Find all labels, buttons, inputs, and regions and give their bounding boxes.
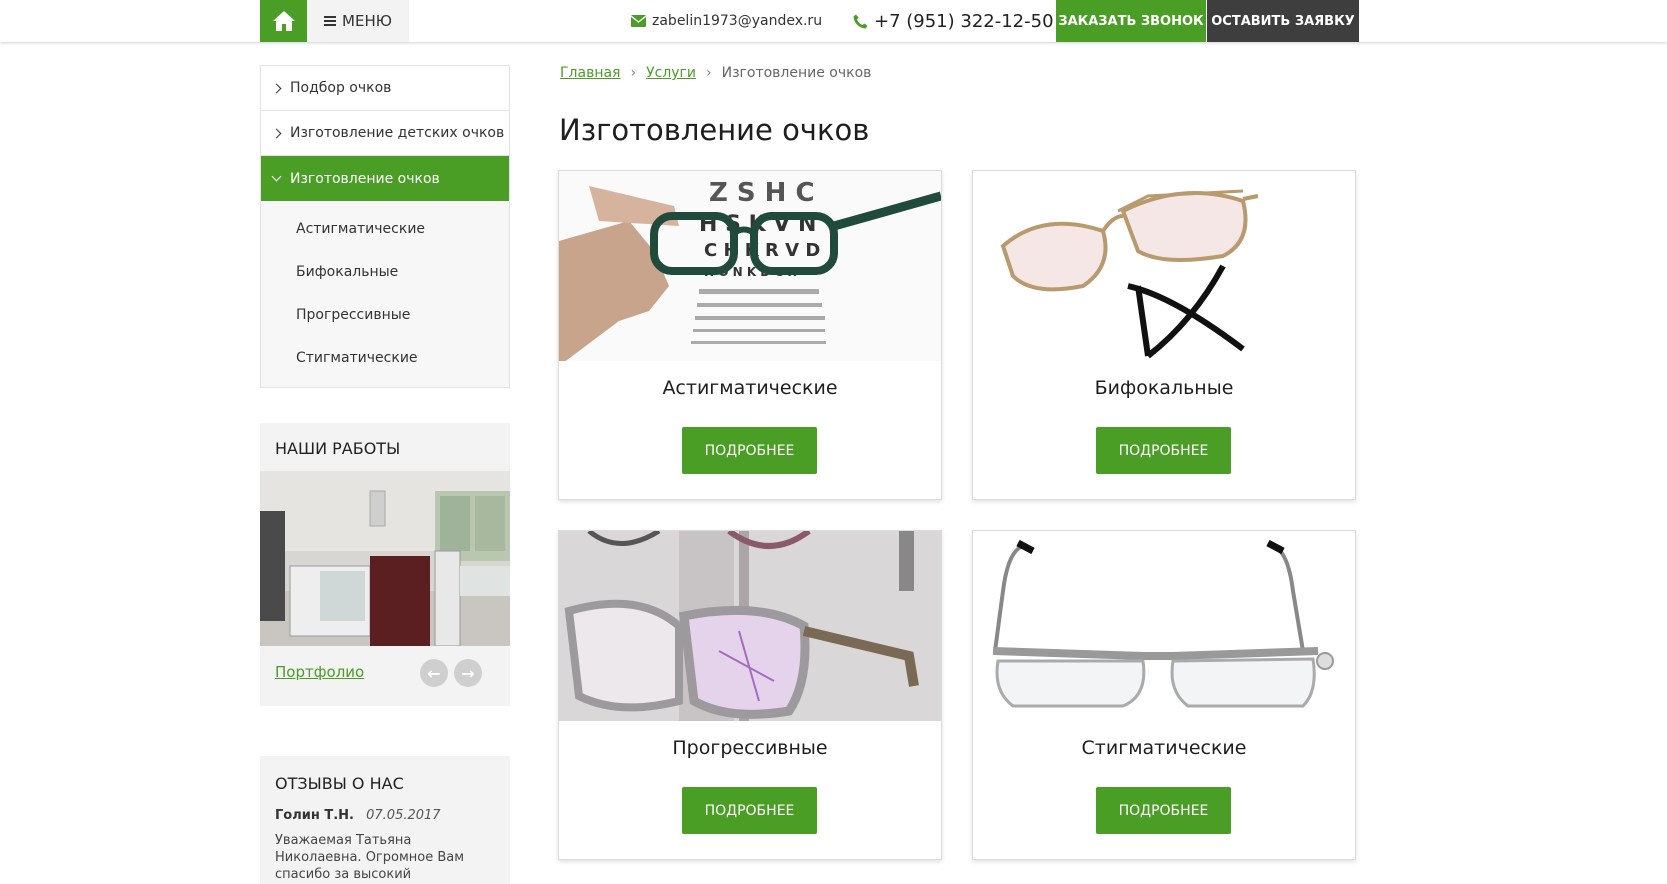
sidebar-item-kids-glasses[interactable]: Изготовление детских очков bbox=[261, 111, 509, 156]
sidebar-subitem-astigmatic[interactable]: Астигматические bbox=[261, 207, 509, 250]
breadcrumb: Главная › Услуги › Изготовление очков bbox=[560, 65, 871, 81]
works-photo[interactable] bbox=[260, 471, 510, 646]
more-button[interactable]: ПОДРОБНЕЕ bbox=[1096, 787, 1231, 834]
order-call-button[interactable]: ЗАКАЗАТЬ ЗВОНОК bbox=[1056, 0, 1206, 42]
breadcrumb-separator: › bbox=[630, 65, 637, 81]
svg-text:Z S H C: Z S H C bbox=[709, 178, 815, 208]
reviews-widget: ОТЗЫВЫ О НАС Голин Т.Н. 07.05.2017 Уважа… bbox=[260, 756, 510, 884]
sidebar-item-label: Изготовление очков bbox=[290, 170, 440, 187]
phone-text: +7 (951) 322-12-50 bbox=[874, 10, 1054, 32]
reviews-title: ОТЗЫВЫ О НАС bbox=[275, 774, 404, 793]
portfolio-link[interactable]: Портфолио bbox=[275, 663, 364, 681]
envelope-icon bbox=[631, 15, 646, 27]
sidebar-submenu: Астигматические Бифокальные Прогрессивны… bbox=[261, 201, 509, 387]
review-meta: Голин Т.Н. 07.05.2017 bbox=[275, 808, 441, 823]
card-title: Бифокальные bbox=[1094, 377, 1234, 399]
chevron-right-icon bbox=[271, 83, 282, 93]
sidebar-subitem-bifocal[interactable]: Бифокальные bbox=[261, 250, 509, 293]
card-title: Прогрессивные bbox=[672, 737, 828, 759]
service-card: Z S H C H S K V N C H K R V D H O N K D … bbox=[558, 170, 942, 500]
home-button[interactable] bbox=[260, 0, 307, 42]
breadcrumb-current: Изготовление очков bbox=[721, 65, 872, 81]
chevron-right-icon bbox=[271, 128, 282, 138]
sidebar-item-glasses-selection[interactable]: Подбор очков bbox=[261, 66, 509, 111]
service-card: Стигматические ПОДРОБНЕЕ bbox=[972, 530, 1356, 860]
header-email[interactable]: zabelin1973@yandex.ru bbox=[631, 0, 822, 42]
card-image-bifocal[interactable] bbox=[973, 171, 1355, 361]
sidebar-subitem-stigmatic[interactable]: Стигматические bbox=[261, 336, 509, 379]
breadcrumb-services[interactable]: Услуги bbox=[646, 65, 696, 81]
our-works-widget: НАШИ РАБОТЫ Портфолио ← → bbox=[260, 423, 510, 706]
leave-request-button[interactable]: ОСТАВИТЬ ЗАЯВКУ bbox=[1207, 0, 1359, 42]
card-image-astigmatic[interactable]: Z S H C H S K V N C H K R V D H O N K D … bbox=[559, 171, 941, 361]
review-author: Голин Т.Н. bbox=[275, 808, 354, 823]
service-card: Прогрессивные ПОДРОБНЕЕ bbox=[558, 530, 942, 860]
header-phone[interactable]: +7 (951) 322-12-50 bbox=[853, 0, 1054, 42]
breadcrumb-home[interactable]: Главная bbox=[560, 65, 620, 81]
more-button[interactable]: ПОДРОБНЕЕ bbox=[1096, 427, 1231, 474]
home-icon bbox=[272, 11, 295, 31]
page-title: Изготовление очков bbox=[559, 113, 870, 147]
sidebar-item-label: Подбор очков bbox=[290, 80, 392, 96]
sidebar-item-glasses-making[interactable]: Изготовление очков bbox=[261, 156, 509, 201]
email-text: zabelin1973@yandex.ru bbox=[652, 13, 823, 29]
menu-label: МЕНЮ bbox=[342, 12, 392, 30]
card-title: Астигматические bbox=[662, 377, 838, 399]
review-text: Уважаемая Татьяна Николаевна. Огромное В… bbox=[275, 833, 465, 882]
more-button[interactable]: ПОДРОБНЕЕ bbox=[682, 787, 817, 834]
phone-icon bbox=[853, 14, 868, 28]
menu-button[interactable]: МЕНЮ bbox=[307, 0, 409, 42]
arrow-left-icon: ← bbox=[427, 663, 441, 683]
card-image-progressive[interactable] bbox=[559, 531, 941, 721]
sidebar-item-label: Изготовление детских очков bbox=[290, 125, 505, 141]
prev-arrow-button[interactable]: ← bbox=[420, 659, 448, 687]
arrow-right-icon: → bbox=[461, 663, 475, 683]
next-arrow-button[interactable]: → bbox=[454, 659, 482, 687]
sidebar-menu: Подбор очков Изготовление детских очков … bbox=[260, 65, 510, 388]
service-card: Бифокальные ПОДРОБНЕЕ bbox=[972, 170, 1356, 500]
hamburger-icon bbox=[324, 16, 337, 26]
card-image-stigmatic[interactable] bbox=[973, 531, 1355, 721]
sidebar-subitem-progressive[interactable]: Прогрессивные bbox=[261, 293, 509, 336]
breadcrumb-separator: › bbox=[706, 65, 712, 81]
svg-text:C H K R V D: C H K R V D bbox=[704, 240, 820, 261]
more-button[interactable]: ПОДРОБНЕЕ bbox=[682, 427, 817, 474]
card-title: Стигматические bbox=[1081, 737, 1247, 759]
chevron-down-icon bbox=[271, 171, 282, 182]
works-title: НАШИ РАБОТЫ bbox=[275, 439, 401, 458]
review-date: 07.05.2017 bbox=[366, 808, 441, 823]
top-bar: МЕНЮ zabelin1973@yandex.ru +7 (951) 322-… bbox=[0, 0, 1667, 42]
